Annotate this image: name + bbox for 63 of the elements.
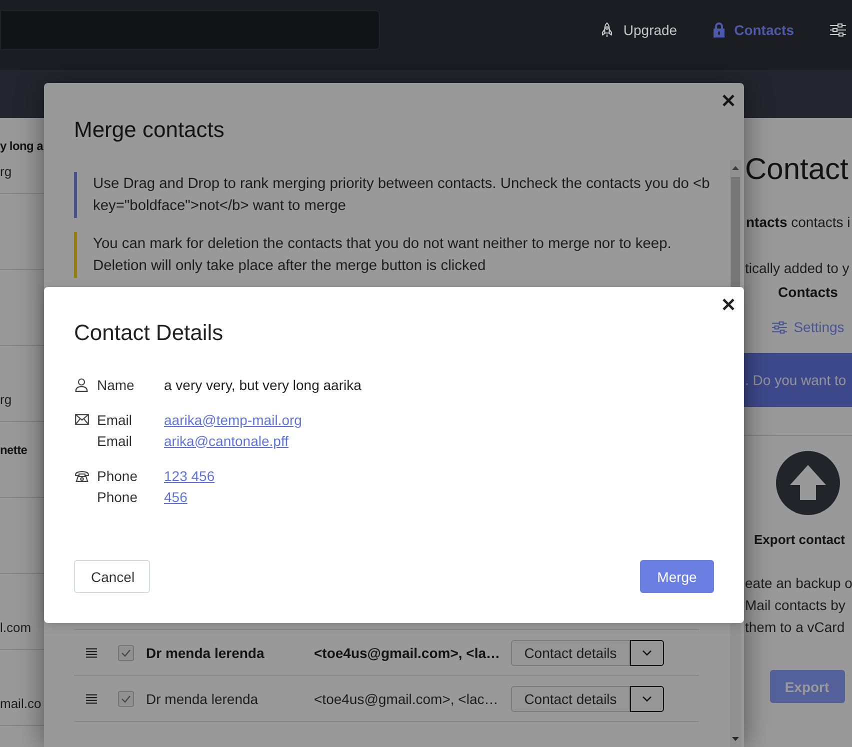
export-title: Export contact [753,531,846,549]
phone-link[interactable]: 123 456 [164,468,215,484]
contact-name: Dr menda lerenda [146,644,266,660]
field-value: a very very, but very long aarika [164,376,362,392]
dropdown-button[interactable] [630,686,664,712]
scroll-down-icon[interactable] [732,737,739,741]
export-button[interactable]: Export [770,670,844,703]
field-label: Email [97,432,134,448]
auto-add-label: Contacts [778,283,838,301]
dialog-title: Contact Details [74,319,224,347]
contact-email: rg [0,392,12,407]
contact-name: nette [0,443,28,457]
field-label: Email [97,412,134,428]
contact-emails: <toe4us@gmail.com>, <lac… [314,690,500,706]
settings-link[interactable]: Settings [772,318,844,336]
cancel-button[interactable]: Cancel [74,560,150,593]
checkmark-icon [121,694,131,702]
contact-name: y long a [0,139,43,153]
envelope-icon [75,414,89,425]
contact-details-button[interactable]: Contact details [511,640,630,666]
export-description: eate an backup o Mail contacts by them to a vCard [744,574,852,637]
rocket-icon [601,22,614,38]
email-link[interactable]: aarika@temp-mail.org [164,412,302,428]
info-note: Use Drag and Drop to rank merging priority between contacts. Uncheck the contacts you do <b key="boldface">not</b> want to merge [74,172,716,218]
phone-icon [75,470,89,482]
drag-handle-icon[interactable] [86,648,97,658]
contact-email: mail.co [0,696,42,711]
nav-link[interactable]: Contacts [713,21,794,39]
nav-link[interactable]: Upgrade [601,21,678,39]
checkbox[interactable] [118,644,134,660]
panel-title: Contact [744,152,850,188]
caret-icon [642,650,652,656]
merge-button[interactable]: Merge [640,560,714,593]
contact-details-button[interactable]: Contact details [511,686,630,712]
caret-icon [642,696,652,702]
auto-add-text: tically added to y [744,259,850,277]
checkbox[interactable] [118,690,134,706]
upload-icon[interactable] [776,451,840,515]
close-button[interactable] [721,93,736,108]
contacts-summary: ntacts contacts i [745,213,852,231]
sliders-icon [772,320,787,334]
lock-icon [713,22,726,38]
drag-handle-icon[interactable] [86,694,97,704]
contact-email: l.com [0,620,32,635]
warning-note: You can mark for deletion the contacts that you do not want neither to merge nor to keep. Deletion will only take place after the merge button is clicked [74,232,716,278]
field-label: Phone [97,488,138,504]
field-label: Phone [97,468,138,484]
info-banner: . Do you want to [744,353,852,407]
email-link[interactable]: arika@cantonale.pff [164,432,288,448]
contact-email: rg [0,164,12,179]
contact-emails: <toe4us@gmail.com>, <la… [314,644,501,660]
close-button[interactable] [721,297,736,312]
contact-name: Dr menda lerenda [146,690,260,706]
dropdown-button[interactable] [630,640,664,666]
dialog-title: Merge contacts [74,116,226,144]
close-icon [722,94,735,107]
person-icon [75,378,88,392]
sliders-icon[interactable] [830,23,846,37]
close-icon [722,298,735,311]
field-label: Name [97,376,136,392]
phone-link[interactable]: 456 [164,488,188,504]
scroll-up-icon[interactable] [732,166,739,170]
checkmark-icon [121,648,131,656]
